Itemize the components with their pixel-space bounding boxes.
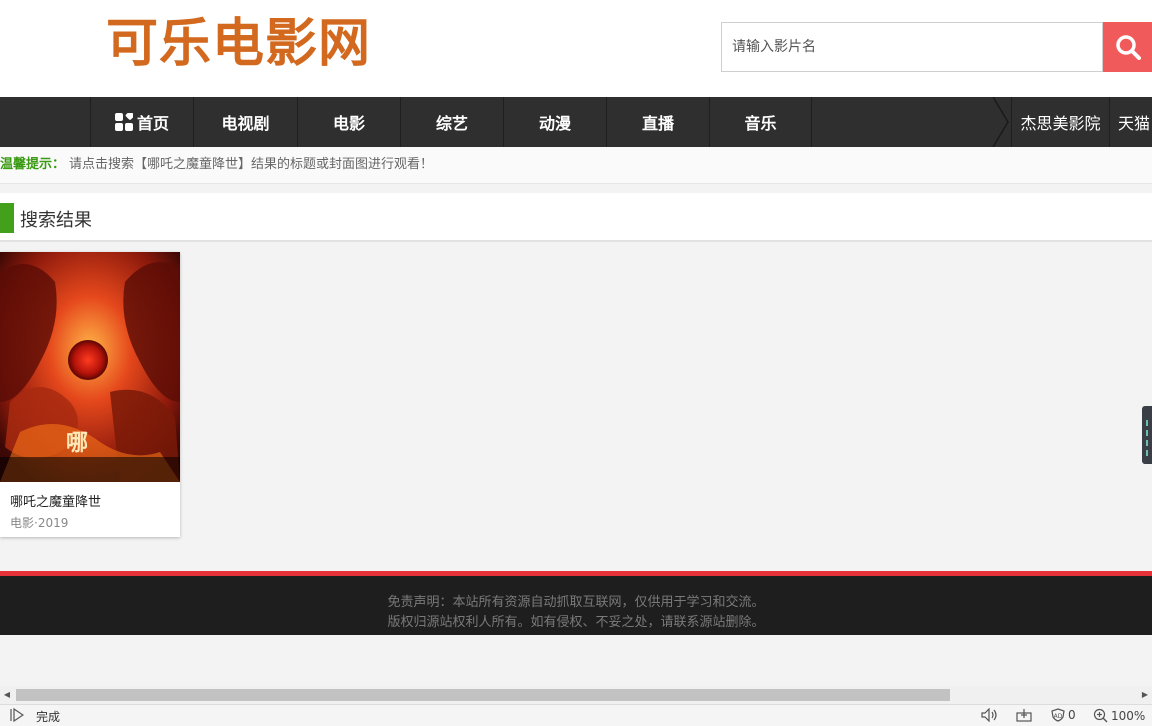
nav-item-music[interactable]: 音乐 (709, 97, 812, 147)
nav-item-anime[interactable]: 动漫 (503, 97, 606, 147)
result-meta: 电影·2019 (10, 516, 69, 530)
site-header: 可乐电影网 (0, 0, 1152, 97)
nav-item-movie[interactable]: 电影 (297, 97, 400, 147)
nav-item-home[interactable]: 首页 (90, 97, 193, 147)
search-input[interactable] (721, 22, 1103, 72)
scroll-left-icon[interactable]: ◀ (0, 686, 14, 704)
tab-dot (1146, 430, 1148, 436)
tip-label: 温馨提示： (0, 157, 66, 172)
site-footer: 免责声明：本站所有资源自动抓取互联网，仅供用于学习和交流。 版权归源站权利人所有… (0, 571, 1152, 635)
results-title: 搜索结果 (20, 210, 92, 231)
nav-item-tmall[interactable]: 天猫 (1109, 97, 1152, 147)
poster-image: 哪 (0, 252, 180, 482)
main-nav: 首页 电视剧 电影 综艺 动漫 直播 音乐 杰思美影院 天猫 (0, 97, 1152, 147)
nav-label: 首页 (136, 114, 169, 133)
adblock-count: 0 (1068, 708, 1076, 722)
browser-page: 可乐电影网 首页 电视剧 电影 综艺 动漫 直播 音乐 杰思美影 (0, 0, 1152, 726)
footer-disclaimer-1: 免责声明：本站所有资源自动抓取互联网，仅供用于学习和交流。 (387, 595, 765, 610)
nav-item-tv[interactable]: 电视剧 (193, 97, 297, 147)
scroll-right-icon[interactable]: ▶ (1138, 686, 1152, 704)
movie-poster[interactable]: 哪 (0, 252, 180, 482)
result-card[interactable]: 哪 哪吒之魔童降世 电影·2019 (0, 252, 180, 537)
tab-dot (1146, 450, 1148, 456)
search-icon (1115, 35, 1141, 60)
horizontal-scrollbar[interactable]: ◀ ▶ (0, 686, 1152, 704)
footer-disclaimer-2: 版权归源站权利人所有。如有侵权、不妥之处，请联系源站删除。 (387, 615, 765, 630)
speaker-icon[interactable] (981, 708, 999, 722)
svg-text:哪: 哪 (66, 430, 88, 456)
result-title[interactable]: 哪吒之魔童降世 (10, 491, 101, 510)
play-icon[interactable] (10, 708, 24, 722)
results-header: 搜索结果 (0, 193, 1152, 242)
adblock-indicator[interactable]: AD 0 (1051, 708, 1076, 722)
browser-status-bar: 完成 AD 0 100% (0, 704, 1152, 726)
zoom-level: 100% (1111, 708, 1146, 723)
scrollbar-thumb[interactable] (16, 689, 950, 701)
nav-item-variety[interactable]: 综艺 (400, 97, 503, 147)
tab-dot (1146, 440, 1148, 446)
nav-item-jiesimei[interactable]: 杰思美影院 (1011, 97, 1109, 147)
tab-dot (1146, 420, 1148, 426)
tip-text: 请点击搜索【哪吒之魔童降世】结果的标题或封面图进行观看！ (69, 157, 434, 172)
chevron-right-icon (992, 97, 1009, 147)
nav-item-live[interactable]: 直播 (606, 97, 709, 147)
svg-text:AD: AD (1054, 713, 1063, 720)
tip-bar: 温馨提示： 请点击搜索【哪吒之魔童降世】结果的标题或封面图进行观看！ (0, 147, 1152, 184)
shield-icon: AD (1051, 708, 1065, 722)
site-logo[interactable]: 可乐电影网 (106, 14, 371, 74)
side-float-tab[interactable] (1142, 406, 1152, 464)
download-icon[interactable] (1016, 708, 1032, 722)
search-button[interactable] (1103, 22, 1152, 72)
status-text: 完成 (36, 710, 61, 724)
zoom-control[interactable]: 100% (1093, 708, 1145, 723)
grid-icon (114, 113, 133, 131)
zoom-in-icon (1093, 708, 1108, 723)
section-marker (0, 203, 14, 233)
